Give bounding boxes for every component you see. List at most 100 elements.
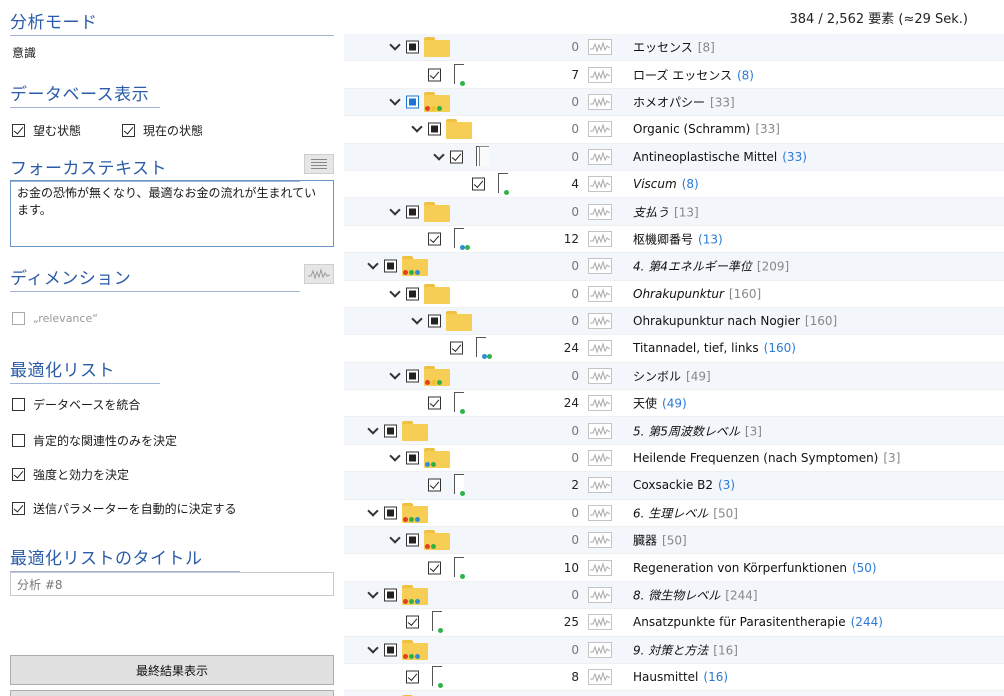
chevron-down-icon[interactable] [389, 370, 401, 382]
waveform-icon[interactable] [588, 587, 612, 603]
waveform-icon[interactable] [588, 614, 612, 631]
waveform-icon[interactable] [588, 532, 612, 549]
row-label[interactable]: 6. 生理レベル [50] [633, 504, 738, 521]
row-tristate-checkbox[interactable] [406, 95, 419, 109]
focus-text-area[interactable]: お金の恐怖が無くなり、最適なお金の流れが生まれています。 [10, 180, 334, 247]
chevron-down-icon[interactable] [389, 96, 401, 108]
row-tristate-checkbox[interactable] [428, 122, 441, 136]
tree-row[interactable]: 25 Ansatzpunkte für Parasitentherapie (244… [344, 609, 1004, 637]
strength-efficacy-checkbox[interactable] [12, 468, 25, 481]
row-tristate-checkbox[interactable] [406, 369, 419, 383]
row-label[interactable]: 5. 第5周波数レベル [3] [633, 422, 762, 439]
tree-row[interactable]: 0 9. 対策と方法 [16] [344, 636, 1004, 664]
waveform-icon[interactable] [588, 559, 612, 576]
row-label[interactable]: ローズ エッセンス (8) [633, 66, 754, 83]
row-label[interactable]: シンボル [49] [633, 367, 711, 384]
waveform-icon[interactable] [588, 340, 612, 357]
row-label[interactable]: 枢機卿番号 (13) [633, 230, 723, 247]
waveform-icon[interactable] [588, 285, 612, 302]
tree-row[interactable]: 0 Heilende Frequenzen (nach Symptomen) [3] [344, 445, 1004, 473]
waveform-icon[interactable] [588, 39, 612, 56]
row-tristate-checkbox[interactable] [384, 424, 397, 438]
row-label[interactable]: Viscum (8) [633, 177, 699, 191]
row-tristate-checkbox[interactable] [428, 314, 441, 328]
waveform-icon[interactable] [588, 258, 612, 275]
row-label[interactable]: Antineoplastische Mittel (33) [633, 150, 807, 164]
row-checkbox[interactable] [406, 670, 419, 684]
row-label[interactable]: Hausmittel (16) [633, 670, 728, 684]
waveform-icon[interactable] [588, 504, 612, 521]
tree-row[interactable]: 7 ローズ エッセンス (8) [344, 61, 1004, 89]
waveform-icon[interactable] [588, 93, 612, 110]
waveform-icon[interactable] [588, 230, 612, 247]
tree-row[interactable]: 24 天使 (49) [344, 390, 1004, 418]
tree-row[interactable]: 0 Ohrakupunktur nach Nogier [160] [344, 307, 1004, 336]
tree-row[interactable]: 0 シンボル [49] [344, 362, 1004, 391]
waveform-icon[interactable] [588, 669, 612, 686]
waveform-icon[interactable] [588, 395, 612, 412]
row-tristate-checkbox[interactable] [406, 205, 419, 219]
strength-efficacy-option[interactable]: 強度と効力を決定 [12, 466, 129, 483]
tree-row[interactable]: 0TimeWaver BIS[66] [344, 691, 1004, 696]
row-checkbox[interactable] [428, 561, 441, 575]
current-state-checkbox[interactable] [122, 124, 135, 137]
chevron-down-icon[interactable] [367, 260, 379, 272]
row-checkbox[interactable] [450, 150, 463, 164]
waveform-icon[interactable] [588, 477, 612, 494]
secondary-button[interactable] [10, 690, 334, 696]
row-tristate-checkbox[interactable] [406, 533, 419, 547]
waveform-icon[interactable] [588, 148, 612, 165]
tree-row[interactable]: 0 Organic (Schramm) [33] [344, 116, 1004, 144]
row-label[interactable]: 臓器 [50] [633, 532, 687, 549]
chevron-down-icon[interactable] [411, 123, 423, 135]
row-checkbox[interactable] [428, 232, 441, 246]
relevance-option[interactable]: „relevance“ [12, 312, 98, 325]
row-checkbox[interactable] [472, 177, 485, 191]
row-label[interactable]: エッセンス [8] [633, 39, 715, 56]
positive-only-option[interactable]: 肯定的な関連性のみを決定 [12, 432, 177, 449]
row-tristate-checkbox[interactable] [406, 451, 419, 465]
waveform-icon[interactable] [588, 66, 612, 83]
row-tristate-checkbox[interactable] [384, 506, 397, 520]
tree-row[interactable]: 0 5. 第5周波数レベル [3] [344, 417, 1004, 445]
tree-row[interactable]: 10 Regeneration von Körperfunktionen (50) [344, 554, 1004, 582]
focus-text-list-button[interactable] [304, 154, 334, 174]
row-checkbox[interactable] [450, 341, 463, 355]
tree-row[interactable]: 0 Antineoplastische Mittel (33) [344, 143, 1004, 171]
chevron-down-icon[interactable] [389, 534, 401, 546]
row-tristate-checkbox[interactable] [384, 643, 397, 657]
chevron-down-icon[interactable] [389, 206, 401, 218]
tree-row[interactable]: 24 Titannadel, tief, links (160) [344, 335, 1004, 363]
analysis-mode-value[interactable]: 意識 [12, 44, 36, 61]
tree-row[interactable]: 8 Hausmittel (16) [344, 664, 1004, 692]
row-label[interactable]: 支払う [13] [633, 203, 699, 220]
chevron-down-icon[interactable] [433, 151, 445, 163]
tree-row[interactable]: 4 Viscum (8) [344, 171, 1004, 199]
row-label[interactable]: 天使 (49) [633, 395, 687, 412]
row-label[interactable]: 8. 微生物レベル [244] [633, 587, 758, 604]
waveform-icon[interactable] [588, 121, 612, 138]
waveform-icon[interactable] [588, 422, 612, 439]
relevance-checkbox[interactable] [12, 312, 25, 325]
chevron-down-icon[interactable] [389, 41, 401, 53]
chevron-down-icon[interactable] [389, 452, 401, 464]
final-result-button[interactable]: 最終結果表示 [10, 655, 334, 685]
auto-params-checkbox[interactable] [12, 502, 25, 515]
row-tristate-checkbox[interactable] [406, 40, 419, 54]
chevron-down-icon[interactable] [367, 507, 379, 519]
row-label[interactable]: ホメオパシー [33] [633, 93, 735, 110]
desired-state-checkbox[interactable] [12, 124, 25, 137]
tree-row[interactable]: 0 支払う [13] [344, 198, 1004, 226]
row-checkbox[interactable] [428, 478, 441, 492]
row-checkbox[interactable] [428, 396, 441, 410]
chevron-down-icon[interactable] [367, 589, 379, 601]
list-title-input[interactable]: 分析 #8 [10, 572, 334, 596]
tree-row[interactable]: 2 Coxsackie B2 (3) [344, 472, 1004, 500]
row-label[interactable]: Heilende Frequenzen (nach Symptomen) [3] [633, 451, 900, 465]
tree-row[interactable]: 0 ホメオパシー [33] [344, 88, 1004, 117]
row-tristate-checkbox[interactable] [384, 588, 397, 602]
waveform-icon[interactable] [588, 176, 612, 193]
chevron-down-icon[interactable] [411, 315, 423, 327]
chevron-down-icon[interactable] [367, 644, 379, 656]
row-checkbox[interactable] [406, 615, 419, 629]
